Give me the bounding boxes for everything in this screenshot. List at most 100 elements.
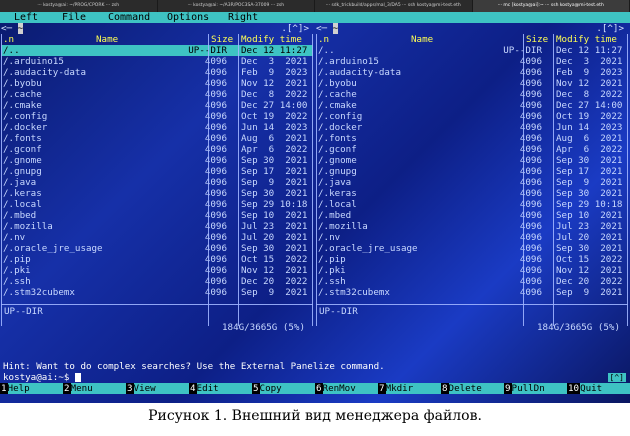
file-mtime: Oct 15 2022 — [556, 254, 623, 265]
file-row[interactable]: /.java 4096 Sep 9 2021 — [1, 177, 313, 188]
file-row[interactable]: /.config 4096 Oct 19 2022 — [1, 111, 313, 122]
fkey-view[interactable]: 3 View — [126, 383, 189, 394]
file-row[interactable]: /.keras 4096 Sep 30 2021 — [316, 188, 628, 199]
fkey-edit[interactable]: 4 Edit — [189, 383, 252, 394]
left-panel[interactable]: <─ ~.[^]>.nNameSizeModify time/..UP--DIR… — [1, 23, 313, 345]
file-row[interactable]: /.gconf 4096 Apr 6 2022 — [1, 144, 313, 155]
col-header-mtime[interactable]: Modify time — [556, 34, 617, 45]
mini-status: UP--DIR — [4, 306, 43, 317]
panel-border-right — [312, 34, 313, 326]
panel-border-left — [316, 34, 317, 326]
terminal-tab[interactable]: ··· kostya@ai: ~/A3R/POC3SA-37009 ··· zs… — [158, 0, 315, 12]
file-name: /.audacity-data — [318, 67, 401, 78]
shell-prompt[interactable]: kostya@ai:~$ — [3, 372, 81, 383]
file-row[interactable]: /.nv 4096 Jul 20 2021 — [1, 232, 313, 243]
fkey-delete[interactable]: 8 Delete — [441, 383, 504, 394]
menu-right[interactable]: Right — [228, 12, 258, 23]
menu-left[interactable]: Left — [14, 12, 38, 23]
right-panel[interactable]: <─ ~.[^]>.nNameSizeModify time/..UP--DIR… — [316, 23, 628, 345]
file-row[interactable]: /.oracle_jre_usage 4096 Sep 30 2021 — [1, 243, 313, 254]
file-row[interactable]: /.audacity-data 4096 Feb 9 2023 — [316, 67, 628, 78]
file-row[interactable]: /.pki 4096 Nov 12 2021 — [316, 265, 628, 276]
file-row[interactable]: /..UP--DIRDec 12 11:27 — [316, 45, 628, 56]
file-row[interactable]: /.arduino15 4096 Dec 3 2021 — [1, 56, 313, 67]
col-separator-name — [523, 34, 524, 326]
col-header-name[interactable]: Name — [96, 34, 118, 45]
file-row[interactable]: /.byobu 4096 Nov 12 2021 — [1, 78, 313, 89]
file-row[interactable]: /.mbed 4096 Sep 10 2021 — [316, 210, 628, 221]
file-row[interactable]: /.gnome 4096 Sep 30 2021 — [1, 155, 313, 166]
file-row[interactable]: /.mozilla 4096 Jul 23 2021 — [316, 221, 628, 232]
file-row[interactable]: /.audacity-data 4096 Feb 9 2023 — [1, 67, 313, 78]
file-row[interactable]: /.cache 4096 Dec 8 2022 — [316, 89, 628, 100]
file-row[interactable]: /.local 4096 Sep 29 10:18 — [316, 199, 628, 210]
fkey-copy[interactable]: 5 Copy — [252, 383, 315, 394]
terminal-tab[interactable]: ··· kostya@ai: ~/PROG/CPORK ··· zsh — [0, 0, 158, 12]
fkey-mkdir[interactable]: 7 Mkdir — [378, 383, 441, 394]
fkey-label: Edit — [196, 383, 252, 394]
col-header-name[interactable]: Name — [411, 34, 433, 45]
fkey-renmov[interactable]: 6 RenMov — [315, 383, 378, 394]
col-header-n[interactable]: .n — [3, 34, 14, 45]
file-row[interactable]: /.keras 4096 Sep 30 2021 — [1, 188, 313, 199]
fkey-number: 2 — [63, 383, 71, 394]
fkey-help[interactable]: 1 Help — [0, 383, 63, 394]
file-row[interactable]: /.mbed 4096 Sep 10 2021 — [1, 210, 313, 221]
file-row[interactable]: /.ssh 4096 Dec 20 2022 — [316, 276, 628, 287]
file-row[interactable]: /.arduino15 4096 Dec 3 2021 — [316, 56, 628, 67]
fkey-number: 1 — [0, 383, 8, 394]
file-row[interactable]: /.pki 4096 Nov 12 2021 — [1, 265, 313, 276]
file-name: /.java — [318, 177, 352, 188]
col-header-size[interactable]: Size — [526, 34, 548, 45]
fkey-quit[interactable]: 10 Quit — [567, 383, 630, 394]
file-row[interactable]: /.config 4096 Oct 19 2022 — [316, 111, 628, 122]
panel-header-marks[interactable]: .[^]> — [596, 23, 624, 34]
file-row[interactable]: /.cache 4096 Dec 8 2022 — [1, 89, 313, 100]
file-row[interactable]: /.gnome 4096 Sep 30 2021 — [316, 155, 628, 166]
file-row[interactable]: /.cmake 4096 Dec 27 14:00 — [316, 100, 628, 111]
file-mtime: Oct 19 2022 — [241, 111, 308, 122]
file-row[interactable]: /.mozilla 4096 Jul 23 2021 — [1, 221, 313, 232]
file-row[interactable]: /.oracle_jre_usage 4096 Sep 30 2021 — [316, 243, 628, 254]
file-row[interactable]: /.local 4096 Sep 29 10:18 — [1, 199, 313, 210]
file-row[interactable]: /.stm32cubemx 4096 Sep 9 2021 — [316, 287, 628, 298]
file-name: /.ssh — [318, 276, 346, 287]
panel-path[interactable]: ~ — [17, 23, 24, 34]
fkey-pulldn[interactable]: 9 PullDn — [504, 383, 567, 394]
file-row[interactable]: /.ssh 4096 Dec 20 2022 — [1, 276, 313, 287]
figure-caption: Рисунок 1. Внешний вид менеджера файлов. — [148, 408, 482, 424]
menu-options[interactable]: Options — [167, 12, 209, 23]
panel-header-marks[interactable]: .[^]> — [281, 23, 309, 34]
menu-command[interactable]: Command — [108, 12, 150, 23]
file-row[interactable]: /.pip 4096 Oct 15 2022 — [1, 254, 313, 265]
file-row[interactable]: /.pip 4096 Oct 15 2022 — [316, 254, 628, 265]
file-row[interactable]: /..UP--DIRDec 12 11:27 — [1, 45, 313, 56]
fkey-menu[interactable]: 2 Menu — [63, 383, 126, 394]
file-row[interactable]: /.gnupg 4096 Sep 17 2021 — [1, 166, 313, 177]
menu-file[interactable]: File — [62, 12, 86, 23]
file-mtime: Jul 20 2021 — [241, 232, 308, 243]
file-mtime: Jul 20 2021 — [556, 232, 623, 243]
col-header-mtime[interactable]: Modify time — [241, 34, 302, 45]
file-name: /.mbed — [318, 210, 352, 221]
file-row[interactable]: /.nv 4096 Jul 20 2021 — [316, 232, 628, 243]
terminal-tab[interactable]: ··· sdk_trickbuild/apps/mal_3/DA5 ··· ss… — [315, 0, 473, 12]
terminal-tab[interactable]: ··· mc [kostya@ai]:~ ··· ssh kostya@mi-t… — [472, 0, 630, 12]
file-row[interactable]: /.java 4096 Sep 9 2021 — [316, 177, 628, 188]
file-row[interactable]: /.docker 4096 Jun 14 2023 — [316, 122, 628, 133]
panel-path[interactable]: ~ — [332, 23, 339, 34]
file-row[interactable]: /.byobu 4096 Nov 12 2021 — [316, 78, 628, 89]
file-row[interactable]: /.stm32cubemx 4096 Sep 9 2021 — [1, 287, 313, 298]
file-row[interactable]: /.fonts 4096 Aug 6 2021 — [316, 133, 628, 144]
file-row[interactable]: /.gnupg 4096 Sep 17 2021 — [316, 166, 628, 177]
file-row[interactable]: /.fonts 4096 Aug 6 2021 — [1, 133, 313, 144]
col-header-n[interactable]: .n — [318, 34, 329, 45]
file-mtime: Nov 12 2021 — [241, 78, 308, 89]
col-header-size[interactable]: Size — [211, 34, 233, 45]
file-name: /.java — [3, 177, 37, 188]
panel-divider — [1, 304, 313, 305]
file-name: /.pip — [3, 254, 31, 265]
file-row[interactable]: /.gconf 4096 Apr 6 2022 — [316, 144, 628, 155]
file-row[interactable]: /.docker 4096 Jun 14 2023 — [1, 122, 313, 133]
file-row[interactable]: /.cmake 4096 Dec 27 14:00 — [1, 100, 313, 111]
